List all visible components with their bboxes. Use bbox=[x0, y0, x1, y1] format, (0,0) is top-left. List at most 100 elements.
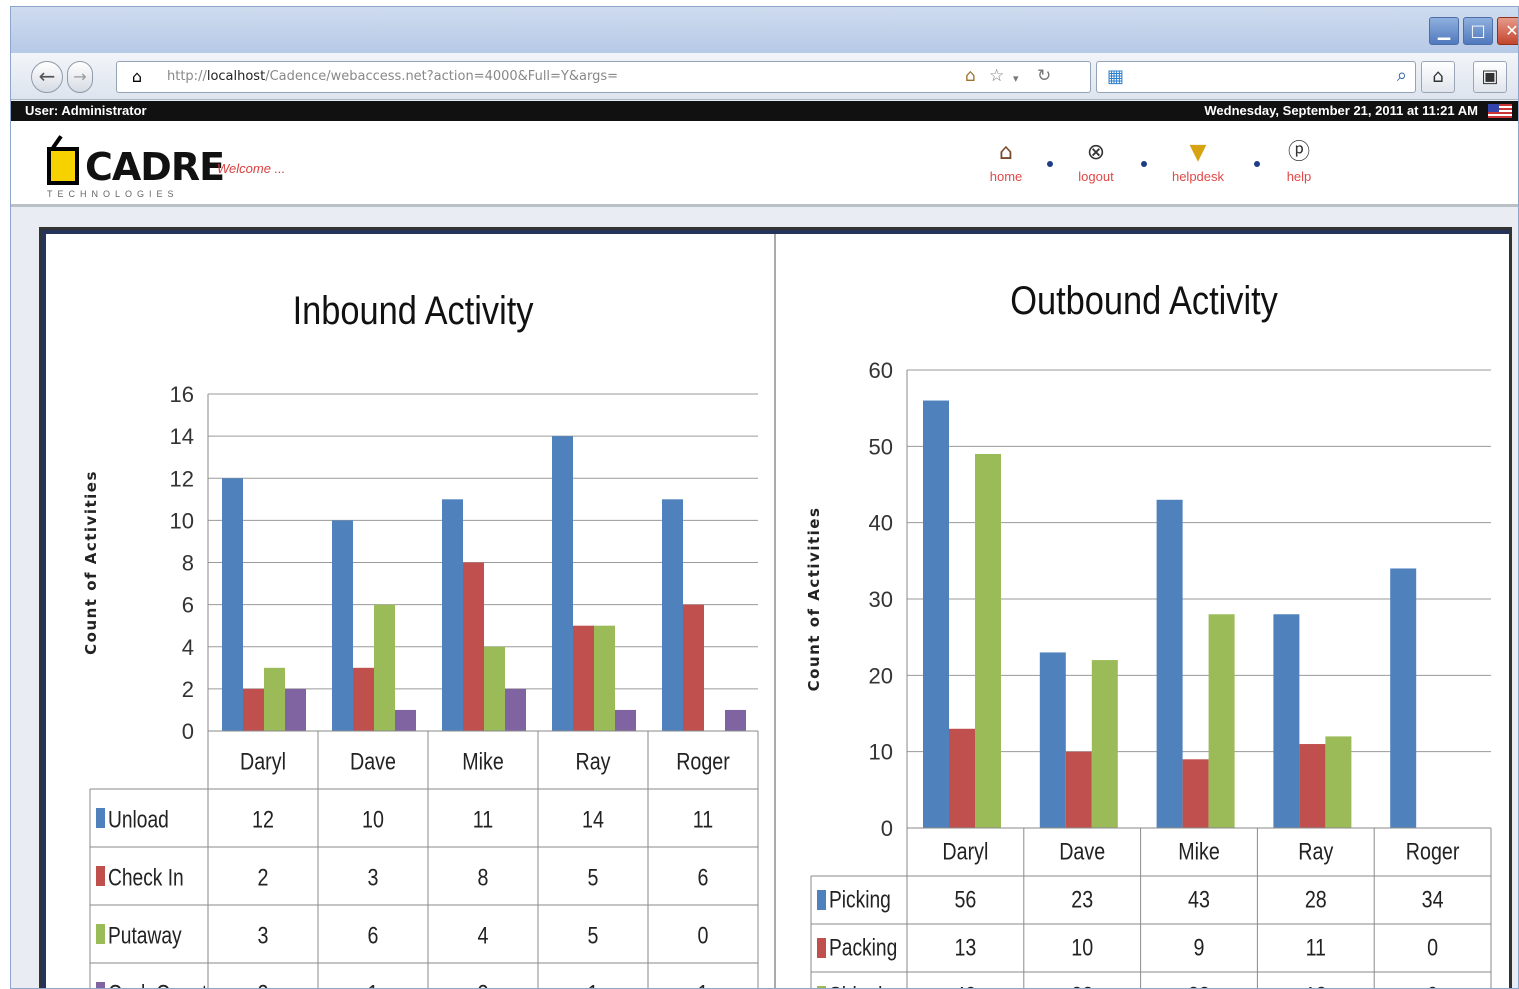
bar bbox=[264, 667, 285, 731]
menu-button[interactable]: ▣ bbox=[1473, 61, 1507, 93]
nav-separator-dot bbox=[1141, 161, 1147, 167]
nav-logout-link[interactable]: ⊗ logout bbox=[1061, 139, 1131, 184]
nav-helpdesk-link[interactable]: ▼ helpdesk bbox=[1163, 139, 1233, 184]
legend-key bbox=[96, 982, 105, 988]
bar bbox=[949, 728, 975, 828]
y-tick-label: 2 bbox=[182, 677, 194, 702]
search-engine-icon[interactable]: ▦ bbox=[1107, 66, 1124, 87]
close-button[interactable]: ✕ bbox=[1497, 17, 1518, 45]
series-label: Packing bbox=[829, 934, 897, 962]
browser-window: ▁ □ ✕ ← → ⌂ http://localhost/Cadence/web… bbox=[10, 6, 1519, 989]
series-label: Unload bbox=[108, 805, 169, 833]
chart-title: Outbound Activity bbox=[1010, 278, 1278, 323]
data-cell: 4 bbox=[478, 921, 489, 948]
site-identity-icon: ⌂ bbox=[131, 67, 143, 86]
chart-title: Inbound Activity bbox=[293, 288, 534, 333]
url-path: /Cadence/webaccess.net?action=4000&Full=… bbox=[265, 69, 619, 84]
bar bbox=[594, 625, 615, 731]
legend-key bbox=[817, 938, 826, 958]
bar bbox=[923, 400, 949, 828]
arrow-left-icon: ← bbox=[38, 64, 56, 88]
minimize-button[interactable]: ▁ bbox=[1429, 17, 1459, 45]
search-box[interactable]: ▦ ⌕ bbox=[1096, 61, 1416, 93]
browser-toolbar: ← → ⌂ http://localhost/Cadence/webaccess… bbox=[11, 53, 1518, 100]
series-label: Putaway bbox=[108, 921, 182, 949]
welcome-text: Welcome ... bbox=[217, 161, 286, 176]
category-label: Roger bbox=[1406, 838, 1460, 865]
nav-logout-label: logout bbox=[1078, 169, 1114, 184]
y-tick-label: 40 bbox=[869, 511, 893, 536]
inbound-activity-chart: Inbound Activity Count of Activities 0 2 4 6 8… bbox=[82, 288, 759, 989]
y-tick-label: 8 bbox=[182, 551, 194, 576]
url-text[interactable]: http://localhost/Cadence/webaccess.net?a… bbox=[167, 69, 618, 84]
data-cell: 9 bbox=[1194, 934, 1205, 961]
data-cell: 10 bbox=[362, 805, 384, 832]
dashboard-content: Inbound Activity Count of Activities 0 2 4 6 8… bbox=[39, 227, 1512, 989]
reload-icon[interactable]: ↻ bbox=[1037, 66, 1051, 86]
us-flag-icon[interactable] bbox=[1488, 104, 1512, 118]
y-axis-label: Count of Activities bbox=[805, 507, 823, 692]
back-button[interactable]: ← bbox=[31, 61, 63, 93]
y-tick-label: 20 bbox=[869, 663, 893, 688]
bar bbox=[1273, 614, 1300, 828]
data-cell: 13 bbox=[954, 934, 976, 961]
menu-icon: ▣ bbox=[1481, 66, 1499, 87]
bar bbox=[222, 478, 243, 731]
category-label: Daryl bbox=[942, 838, 988, 865]
data-cell: 28 bbox=[1305, 886, 1327, 913]
data-cell: 3 bbox=[258, 921, 269, 948]
house-bookmark-icon[interactable]: ⌂ bbox=[965, 66, 976, 86]
data-cell: 2 bbox=[258, 979, 269, 989]
bar bbox=[484, 646, 505, 731]
window-titlebar: ▁ □ ✕ bbox=[11, 7, 1518, 53]
cadre-logo[interactable]: CADRE TECHNOLOGIES bbox=[41, 127, 225, 203]
category-label: Dave bbox=[1059, 838, 1105, 865]
y-tick-label: 0 bbox=[182, 719, 194, 744]
address-bar[interactable]: ⌂ http://localhost/Cadence/webaccess.net… bbox=[116, 61, 1091, 93]
url-scheme: http:// bbox=[167, 69, 207, 84]
bar bbox=[1156, 499, 1183, 828]
data-cell: 0 bbox=[698, 921, 709, 948]
app-header: CADRE TECHNOLOGIES Welcome ... ⌂ home ⊗ … bbox=[11, 121, 1518, 207]
data-cell: 43 bbox=[1188, 886, 1210, 913]
data-cell: 6 bbox=[698, 863, 709, 890]
bar bbox=[1299, 744, 1326, 828]
bar bbox=[442, 499, 463, 731]
y-tick-label: 60 bbox=[869, 358, 893, 383]
nav-home-link[interactable]: ⌂ home bbox=[971, 139, 1041, 184]
y-tick-label: 0 bbox=[881, 816, 893, 841]
inbound-chart-panel: Inbound Activity Count of Activities 0 2 4 6 8… bbox=[48, 234, 776, 989]
legend-key bbox=[96, 808, 105, 828]
data-cell: 12 bbox=[252, 805, 274, 832]
user-label: User: Administrator bbox=[25, 103, 147, 118]
data-cell: 8 bbox=[478, 863, 489, 890]
bar bbox=[683, 604, 704, 731]
bar bbox=[374, 604, 395, 731]
category-label: Ray bbox=[576, 747, 611, 774]
data-cell: 14 bbox=[582, 805, 604, 832]
series-label: Check In bbox=[108, 863, 184, 891]
bar bbox=[1091, 660, 1118, 828]
search-icon[interactable]: ⌕ bbox=[1397, 65, 1407, 86]
forward-button[interactable]: → bbox=[67, 61, 93, 93]
star-icon[interactable]: ☆ bbox=[989, 66, 1004, 86]
bar bbox=[573, 625, 594, 731]
maximize-button[interactable]: □ bbox=[1463, 17, 1493, 45]
data-cell: 2 bbox=[258, 863, 269, 890]
y-axis-label: Count of Activities bbox=[82, 470, 100, 655]
bar bbox=[552, 436, 573, 731]
home-button[interactable]: ⌂ bbox=[1421, 61, 1455, 93]
data-cell: 28 bbox=[1188, 982, 1210, 989]
datetime-label: Wednesday, September 21, 2011 at 11:21 A… bbox=[1204, 103, 1478, 118]
dropdown-arrow-icon[interactable]: ▾ bbox=[1013, 72, 1019, 85]
bar bbox=[395, 709, 416, 731]
category-label: Mike bbox=[1178, 838, 1220, 865]
data-cell: 49 bbox=[954, 982, 976, 989]
legend-key bbox=[96, 924, 105, 944]
logo-mark-icon bbox=[47, 147, 79, 185]
y-tick-label: 12 bbox=[170, 466, 194, 491]
data-cell: 5 bbox=[588, 921, 599, 948]
nav-help-link[interactable]: ⓟ help bbox=[1264, 139, 1334, 184]
y-tick-label: 10 bbox=[869, 740, 893, 765]
bar bbox=[1390, 568, 1417, 828]
